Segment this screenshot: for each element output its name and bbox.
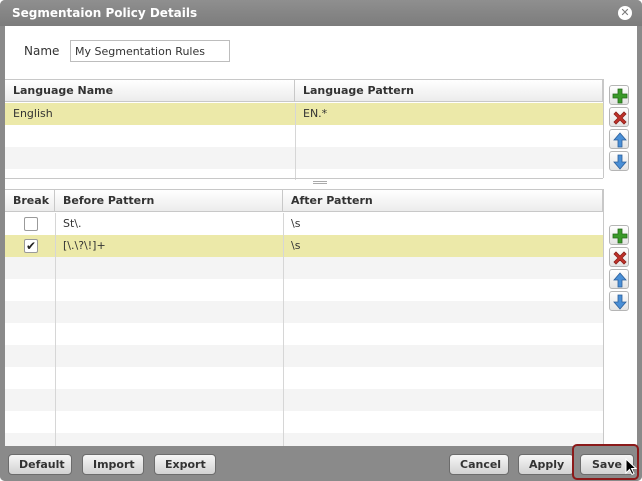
- language-pattern-cell: EN.*: [303, 107, 328, 120]
- export-button[interactable]: Export: [154, 454, 216, 475]
- splitter-grip-icon: [313, 181, 327, 184]
- arrow-up-icon: [613, 272, 627, 288]
- language-name-cell: English: [13, 107, 53, 120]
- pane-splitter[interactable]: [5, 178, 603, 186]
- move-rule-up-button[interactable]: [609, 269, 629, 289]
- add-language-button[interactable]: [609, 85, 629, 105]
- name-input[interactable]: [70, 40, 230, 62]
- move-rule-down-button[interactable]: [609, 291, 629, 311]
- language-row[interactable]: English EN.*: [5, 103, 603, 125]
- column-header-after-pattern[interactable]: After Pattern: [283, 190, 603, 212]
- rules-table: Break Before Pattern After Pattern St\. …: [5, 189, 603, 447]
- mouse-pointer-icon: [625, 458, 637, 476]
- column-divider: [283, 213, 284, 447]
- dialog-titlebar: Segmentaion Policy Details ✕: [0, 0, 642, 26]
- delete-icon: [613, 251, 627, 265]
- language-actions: [603, 79, 632, 178]
- plus-icon: [612, 88, 628, 104]
- cancel-button[interactable]: Cancel: [449, 454, 509, 475]
- empty-row: [5, 257, 603, 279]
- rules-table-header: Break Before Pattern After Pattern: [5, 190, 603, 212]
- default-button[interactable]: Default: [8, 454, 72, 475]
- empty-row: [5, 147, 603, 169]
- rule-row[interactable]: St\. \s: [5, 213, 603, 235]
- column-header-language-name[interactable]: Language Name: [5, 80, 295, 102]
- column-header-language-pattern[interactable]: Language Pattern: [295, 80, 603, 102]
- after-pattern-cell: \s: [291, 217, 301, 230]
- language-table: Language Name Language Pattern English E…: [5, 79, 603, 180]
- dialog-body: Name Language Name Language Pattern Engl…: [5, 26, 637, 447]
- column-divider: [55, 213, 56, 447]
- rule-row[interactable]: ✔ [\.\?\!]+ \s: [5, 235, 603, 257]
- arrow-down-icon: [613, 154, 627, 170]
- empty-row: [5, 301, 603, 323]
- plus-icon: [612, 228, 628, 244]
- arrow-down-icon: [613, 294, 627, 310]
- empty-row: [5, 433, 603, 447]
- dialog-footer: Default Import Export Cancel Apply Save: [0, 446, 642, 481]
- column-header-break[interactable]: Break: [5, 190, 55, 212]
- remove-rule-button[interactable]: [609, 247, 629, 267]
- rule-actions: [603, 189, 632, 446]
- after-pattern-cell: \s: [291, 239, 301, 252]
- segmentation-policy-dialog: Segmentaion Policy Details ✕ Name Langua…: [0, 0, 642, 481]
- move-language-down-button[interactable]: [609, 151, 629, 171]
- close-icon[interactable]: ✕: [618, 6, 632, 20]
- apply-button[interactable]: Apply: [518, 454, 574, 475]
- column-header-before-pattern[interactable]: Before Pattern: [55, 190, 283, 212]
- remove-language-button[interactable]: [609, 107, 629, 127]
- break-checkbox[interactable]: ✔: [24, 239, 38, 253]
- break-checkbox[interactable]: [24, 217, 38, 231]
- delete-icon: [613, 111, 627, 125]
- before-pattern-cell: [\.\?\!]+: [63, 239, 106, 252]
- dialog-title: Segmentaion Policy Details: [12, 6, 198, 20]
- move-language-up-button[interactable]: [609, 129, 629, 149]
- column-divider: [295, 103, 296, 180]
- language-table-header: Language Name Language Pattern: [5, 80, 603, 102]
- arrow-up-icon: [613, 132, 627, 148]
- import-button[interactable]: Import: [82, 454, 144, 475]
- empty-row: [5, 389, 603, 411]
- before-pattern-cell: St\.: [63, 217, 82, 230]
- name-label: Name: [24, 44, 60, 58]
- add-rule-button[interactable]: [609, 225, 629, 245]
- empty-row: [5, 345, 603, 367]
